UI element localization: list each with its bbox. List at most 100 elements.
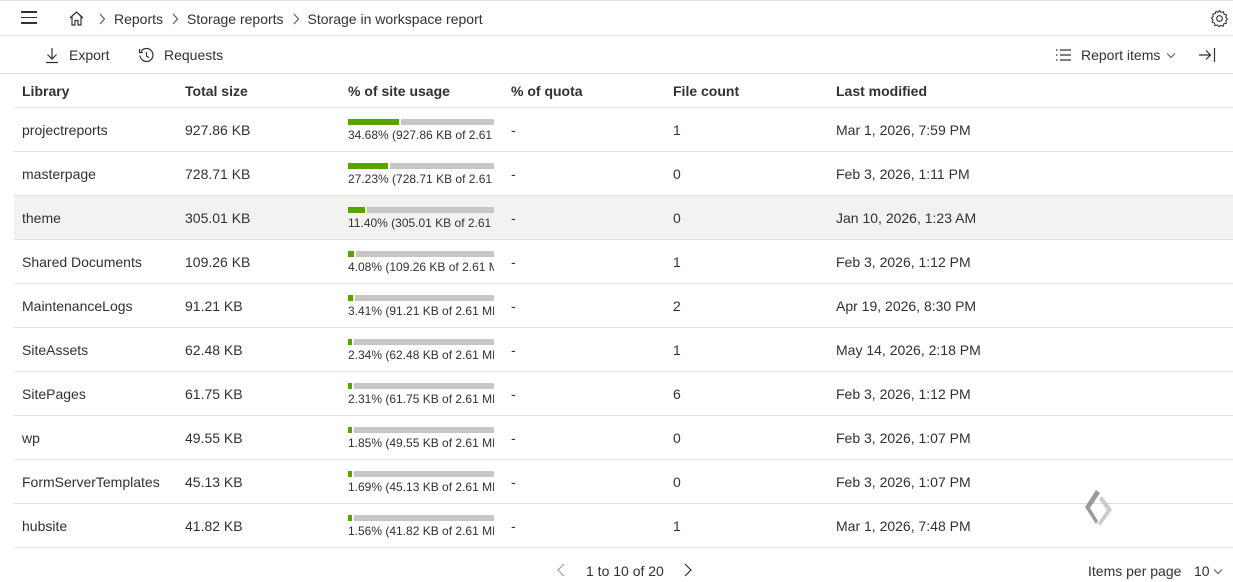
usage-bar-fill <box>348 163 390 169</box>
usage-bar <box>348 163 494 169</box>
usage-text: 1.85% (49.55 KB of 2.61 MB) <box>348 436 494 450</box>
usage-text: 34.68% (927.86 KB of 2.61 MB) <box>348 128 494 142</box>
usage-text: 27.23% (728.71 KB of 2.61 MB) <box>348 172 494 186</box>
collapse-panel-icon[interactable] <box>1198 47 1216 63</box>
table-row[interactable]: MaintenanceLogs 91.21 KB 3.41% (91.21 KB o… <box>14 284 1233 328</box>
library-name: theme <box>22 210 61 226</box>
pagination: 1 to 10 of 20 Items per page 10 <box>0 556 1233 582</box>
total-size: 41.82 KB <box>185 518 243 534</box>
history-icon <box>138 47 154 62</box>
site-usage-cell: 34.68% (927.86 KB of 2.61 MB) <box>348 119 494 145</box>
requests-button[interactable]: Requests <box>138 36 223 74</box>
chevron-down-icon <box>1166 52 1176 58</box>
table-row[interactable]: SiteAssets 62.48 KB 2.34% (62.48 KB of 2.6… <box>14 328 1233 372</box>
total-size: 91.21 KB <box>185 298 243 314</box>
table-row[interactable]: FormServerTemplates 45.13 KB 1.69% (45.13 … <box>14 460 1233 504</box>
quota-value: - <box>511 122 516 138</box>
library-name: hubsite <box>22 518 68 534</box>
quota-value: - <box>511 518 516 534</box>
breadcrumb-reports[interactable]: Reports <box>114 11 163 27</box>
chevron-right-icon[interactable] <box>683 563 693 577</box>
usage-bar-fill <box>348 295 355 301</box>
usage-text: 2.31% (61.75 KB of 2.61 MB) <box>348 392 494 406</box>
export-button[interactable]: Export <box>44 36 109 74</box>
table-row[interactable]: projectreports 927.86 KB 34.68% (927.86 KB… <box>14 108 1233 152</box>
chevron-right-icon <box>98 13 106 25</box>
last-modified: Feb 3, 2026, 1:11 PM <box>836 166 970 182</box>
quota-value: - <box>511 298 516 314</box>
usage-bar <box>348 207 494 213</box>
hamburger-icon[interactable] <box>21 11 39 25</box>
usage-bar-fill <box>348 427 354 433</box>
usage-bar-fill <box>348 339 354 345</box>
site-usage-cell: 3.41% (91.21 KB of 2.61 MB) <box>348 295 494 321</box>
last-modified: Mar 1, 2026, 7:48 PM <box>836 518 971 534</box>
column-header-site-usage[interactable]: % of site usage <box>348 74 494 108</box>
quota-value: - <box>511 342 516 358</box>
last-modified: Feb 3, 2026, 1:12 PM <box>836 386 971 402</box>
list-icon <box>1056 49 1071 61</box>
home-icon[interactable] <box>68 10 85 27</box>
table-row[interactable]: wp 49.55 KB 1.85% (49.55 KB of 2.61 MB) - 0 F… <box>14 416 1233 460</box>
last-modified: Apr 19, 2026, 8:30 PM <box>836 298 977 314</box>
usage-text: 2.34% (62.48 KB of 2.61 MB) <box>348 348 494 362</box>
column-header-file-count[interactable]: File count <box>673 74 739 108</box>
column-header-last-modified[interactable]: Last modified <box>836 74 927 108</box>
site-usage-cell: 2.31% (61.75 KB of 2.61 MB) <box>348 383 494 409</box>
usage-text: 3.41% (91.21 KB of 2.61 MB) <box>348 304 494 318</box>
last-modified: Feb 3, 2026, 1:07 PM <box>836 474 971 490</box>
table-row[interactable]: SitePages 61.75 KB 2.31% (61.75 KB of 2.61… <box>14 372 1233 416</box>
top-bar: Reports Storage reports Storage in works… <box>0 0 1233 36</box>
file-count: 6 <box>673 386 681 402</box>
usage-bar <box>348 339 494 345</box>
gear-icon[interactable] <box>1210 9 1229 28</box>
usage-bar-fill <box>348 383 354 389</box>
quota-value: - <box>511 166 516 182</box>
table-header: Library Total size % of site usage % of … <box>14 74 1233 108</box>
quota-value: - <box>511 254 516 270</box>
file-count: 1 <box>673 122 681 138</box>
table-row[interactable]: theme 305.01 KB 11.40% (305.01 KB of 2.61 … <box>14 196 1233 240</box>
column-header-library[interactable]: Library <box>22 74 69 108</box>
report-items-label: Report items <box>1081 47 1161 63</box>
library-name: MaintenanceLogs <box>22 298 133 314</box>
last-modified: Feb 3, 2026, 1:12 PM <box>836 254 971 270</box>
chevron-down-icon[interactable] <box>1213 568 1223 575</box>
total-size: 109.26 KB <box>185 254 251 270</box>
usage-bar <box>348 515 494 521</box>
usage-bar <box>348 427 494 433</box>
usage-bar <box>348 295 494 301</box>
requests-label: Requests <box>164 47 224 63</box>
pointer-cursor-icon <box>1085 490 1112 526</box>
site-usage-cell: 4.08% (109.26 KB of 2.61 MB) <box>348 251 494 277</box>
chevron-left-icon[interactable] <box>556 563 566 577</box>
file-count: 1 <box>673 342 681 358</box>
storage-table: Library Total size % of site usage % of … <box>14 74 1233 548</box>
table-row[interactable]: masterpage 728.71 KB 27.23% (728.71 KB of … <box>14 152 1233 196</box>
usage-bar <box>348 251 494 257</box>
file-count: 0 <box>673 166 681 182</box>
total-size: 62.48 KB <box>185 342 243 358</box>
library-name: FormServerTemplates <box>22 474 160 490</box>
usage-bar <box>348 471 494 477</box>
column-header-total-size[interactable]: Total size <box>185 74 248 108</box>
usage-bar-fill <box>348 119 401 125</box>
report-items-button[interactable]: Report items <box>1055 36 1176 74</box>
usage-bar-fill <box>348 515 354 521</box>
column-header-quota[interactable]: % of quota <box>511 74 583 108</box>
items-per-page-label: Items per page <box>1088 563 1182 579</box>
total-size: 728.71 KB <box>185 166 251 182</box>
site-usage-cell: 27.23% (728.71 KB of 2.61 MB) <box>348 163 494 189</box>
site-usage-cell: 1.69% (45.13 KB of 2.61 MB) <box>348 471 494 497</box>
chevron-right-icon <box>292 13 300 25</box>
usage-text: 1.56% (41.82 KB of 2.61 MB) <box>348 524 494 538</box>
usage-bar <box>348 383 494 389</box>
table-row[interactable]: hubsite 41.82 KB 1.56% (41.82 KB of 2.61 M… <box>14 504 1233 548</box>
site-usage-cell: 1.85% (49.55 KB of 2.61 MB) <box>348 427 494 453</box>
last-modified: Feb 3, 2026, 1:07 PM <box>836 430 971 446</box>
total-size: 927.86 KB <box>185 122 251 138</box>
items-per-page-select[interactable]: 10 <box>1194 556 1210 582</box>
table-row[interactable]: Shared Documents 109.26 KB 4.08% (109.26 K… <box>14 240 1233 284</box>
breadcrumb-storage-reports[interactable]: Storage reports <box>187 11 284 27</box>
breadcrumb-current-page: Storage in workspace report <box>307 11 483 27</box>
